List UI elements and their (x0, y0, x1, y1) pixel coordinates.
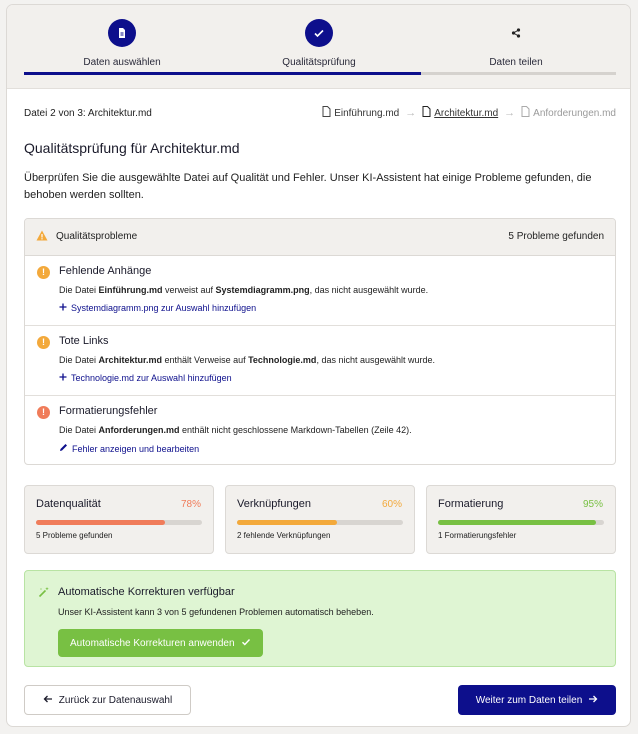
progress-track (24, 72, 616, 75)
arrow-right-icon: → (405, 107, 417, 119)
issues-header: Qualitätsprobleme 5 Probleme gefunden (25, 219, 615, 256)
button-label: Weiter zum Daten teilen (475, 694, 583, 706)
button-label: Zurück zur Datenauswahl (58, 694, 173, 706)
issue-item: ! Formatierungsfehler Die Datei Anforder… (25, 396, 615, 464)
metric-bar (237, 520, 403, 525)
metric-card-formatting: Formatierung 95% 1 Formatierungsfehler (426, 485, 616, 554)
button-label: Automatische Korrekturen anwenden (70, 637, 235, 649)
file-counter: Datei 2 von 3: Architektur.md (24, 108, 152, 119)
issue-title: Formatierungsfehler (59, 405, 158, 417)
back-button[interactable]: Zurück zur Datenauswahl (24, 685, 191, 715)
edit-error-link[interactable]: Fehler anzeigen und bearbeiten (59, 443, 199, 454)
step-label: Daten teilen (489, 57, 543, 68)
issues-panel: Qualitätsprobleme 5 Probleme gefunden ! … (24, 218, 616, 465)
step-select-data[interactable]: Daten auswählen (22, 19, 222, 68)
check-icon (241, 637, 251, 650)
next-button[interactable]: Weiter zum Daten teilen (458, 685, 616, 715)
issue-title: Tote Links (59, 335, 109, 347)
metric-percent: 60% (381, 499, 402, 510)
metric-subtext: 5 Probleme gefunden (36, 531, 113, 540)
file-icon (521, 106, 530, 120)
metric-bar-fill (438, 520, 596, 525)
metric-percent: 95% (582, 499, 603, 510)
step-label: Daten auswählen (83, 57, 161, 68)
action-label: Systemdiagramm.png zur Auswahl hinzufüge… (71, 303, 257, 313)
file-crumb-label: Architektur.md (434, 107, 499, 119)
issue-item: ! Fehlende Anhänge Die Datei Einführung.… (25, 256, 615, 326)
metric-card-data-quality: Datenqualität 78% 5 Probleme gefunden (24, 485, 214, 554)
arrow-right-icon: → (504, 107, 516, 119)
metric-name: Formatierung (438, 498, 504, 510)
exclamation-icon: ! (37, 266, 50, 279)
file-crumb-label: Anforderungen.md (533, 107, 616, 119)
file-icon (422, 106, 431, 120)
issue-title: Fehlende Anhänge (59, 265, 152, 277)
pencil-icon (59, 443, 68, 454)
apply-auto-fix-button[interactable]: Automatische Korrekturen anwenden (58, 629, 263, 657)
metric-name: Datenqualität (36, 498, 101, 510)
plus-icon (59, 303, 67, 313)
auto-fix-description: Unser KI-Assistent kann 3 von 5 gefunden… (58, 607, 374, 617)
file-crumb-anforderungen[interactable]: Anforderungen.md (521, 106, 616, 120)
issue-description: Die Datei Einführung.md verweist auf Sys… (59, 285, 429, 295)
metric-bar (36, 520, 202, 525)
metric-percent: 78% (180, 499, 201, 510)
step-label: Qualitätsprüfung (282, 57, 356, 68)
file-navigation: Datei 2 von 3: Architektur.md Einführung… (24, 106, 616, 122)
action-label: Technologie.md zur Auswahl hinzufügen (71, 373, 232, 383)
page-title: Qualitätsprüfung für Architektur.md (24, 140, 240, 156)
warning-icon (36, 230, 48, 244)
arrow-left-icon (43, 694, 53, 707)
file-icon (322, 106, 331, 120)
file-crumb-architektur[interactable]: Architektur.md (422, 106, 498, 120)
arrow-right-icon (588, 694, 598, 707)
add-file-link[interactable]: Systemdiagramm.png zur Auswahl hinzufüge… (59, 303, 256, 313)
auto-fix-title: Automatische Korrekturen verfügbar (58, 586, 235, 598)
check-icon (305, 19, 333, 47)
share-icon (502, 19, 530, 47)
metric-card-links: Verknüpfungen 60% 2 fehlende Verknüpfung… (225, 485, 415, 554)
issue-description: Die Datei Architektur.md enthält Verweis… (59, 355, 436, 365)
quality-check-card: Daten auswählen Qualitätsprüfung Daten t… (6, 4, 631, 727)
file-crumb-label: Einführung.md (334, 107, 400, 119)
issue-description: Die Datei Anforderungen.md enthält nicht… (59, 425, 412, 435)
exclamation-icon: ! (37, 336, 50, 349)
issues-heading: Qualitätsprobleme (56, 231, 138, 242)
auto-fix-panel: Automatische Korrekturen verfügbar Unser… (24, 570, 616, 667)
issues-count: 5 Probleme gefunden (508, 231, 604, 242)
plus-icon (59, 373, 67, 383)
metric-bar-fill (36, 520, 166, 525)
stepper: Daten auswählen Qualitätsprüfung Daten t… (7, 5, 630, 89)
step-quality-check[interactable]: Qualitätsprüfung (219, 19, 419, 68)
file-crumb-einfuehrung[interactable]: Einführung.md (322, 106, 399, 120)
file-breadcrumb: Einführung.md → Architektur.md → Anforde… (322, 106, 616, 120)
metric-name: Verknüpfungen (237, 498, 312, 510)
metric-bar (438, 520, 604, 525)
add-file-link[interactable]: Technologie.md zur Auswahl hinzufügen (59, 373, 232, 383)
metric-subtext: 1 Formatierungsfehler (438, 531, 517, 540)
progress-fill (24, 72, 421, 75)
metric-subtext: 2 fehlende Verknüpfungen (237, 531, 331, 540)
document-icon (108, 19, 136, 47)
issue-item: ! Tote Links Die Datei Architektur.md en… (25, 326, 615, 396)
exclamation-icon: ! (37, 406, 50, 419)
action-label: Fehler anzeigen und bearbeiten (72, 443, 200, 454)
page-description: Überprüfen Sie die ausgewählte Datei auf… (24, 172, 592, 201)
metric-bar-fill (237, 520, 337, 525)
magic-wand-icon (38, 586, 50, 601)
step-share-data[interactable]: Daten teilen (416, 19, 616, 68)
